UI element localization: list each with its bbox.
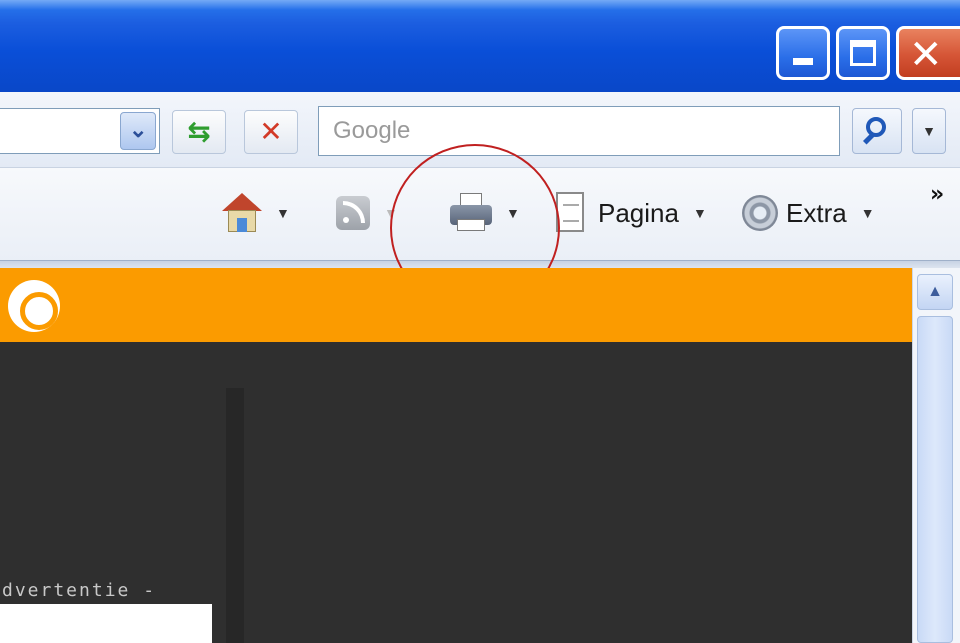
window-title-bar: ✕ (0, 0, 960, 92)
search-icon-handle (862, 132, 876, 145)
scroll-up-button[interactable]: ▲ (917, 274, 953, 310)
gear-icon (742, 195, 778, 231)
maximize-icon (850, 40, 876, 66)
home-dropdown-caret[interactable]: ▼ (276, 205, 290, 221)
vertical-scrollbar[interactable]: ▲ (912, 268, 960, 643)
advertisement-label: dvertentie - (2, 580, 157, 601)
close-icon: ✕ (909, 32, 943, 78)
search-options-button[interactable]: ▼ (912, 108, 946, 154)
rss-feed-icon (336, 196, 370, 230)
minimize-button[interactable] (776, 26, 830, 80)
web-page-content: dvertentie - (0, 268, 912, 643)
scroll-thumb[interactable] (917, 316, 953, 643)
stop-icon: ✕ (259, 115, 283, 148)
advertisement-box[interactable] (0, 604, 212, 643)
chevron-down-icon: ⌄ (129, 117, 148, 142)
tools-menu-label: Extra (786, 197, 847, 228)
page-menu-button[interactable]: Pagina ▼ (556, 186, 707, 240)
maximize-button[interactable] (836, 26, 890, 80)
page-icon (556, 192, 590, 234)
home-button[interactable]: ▼ (222, 186, 290, 240)
stop-button[interactable]: ✕ (244, 110, 298, 154)
search-input[interactable]: Google (318, 106, 840, 156)
refresh-button[interactable]: ⇆ (172, 110, 226, 154)
home-icon (222, 193, 262, 233)
page-menu-label: Pagina (598, 197, 679, 228)
page-dropdown-caret: ▼ (692, 205, 707, 221)
address-dropdown-button[interactable]: ⌄ (120, 112, 156, 150)
column-divider (226, 388, 244, 643)
more-commands-button[interactable]: » (930, 182, 944, 207)
close-button[interactable]: ✕ (896, 26, 960, 80)
site-logo[interactable] (8, 280, 60, 332)
search-button[interactable] (852, 108, 902, 154)
site-header-banner (0, 268, 912, 342)
minimize-icon (793, 58, 813, 65)
tools-menu-button[interactable]: Extra ▼ (742, 186, 875, 240)
tools-dropdown-caret: ▼ (860, 205, 875, 221)
feeds-button[interactable]: ▼ (336, 186, 398, 240)
refresh-icon: ⇆ (187, 115, 211, 148)
